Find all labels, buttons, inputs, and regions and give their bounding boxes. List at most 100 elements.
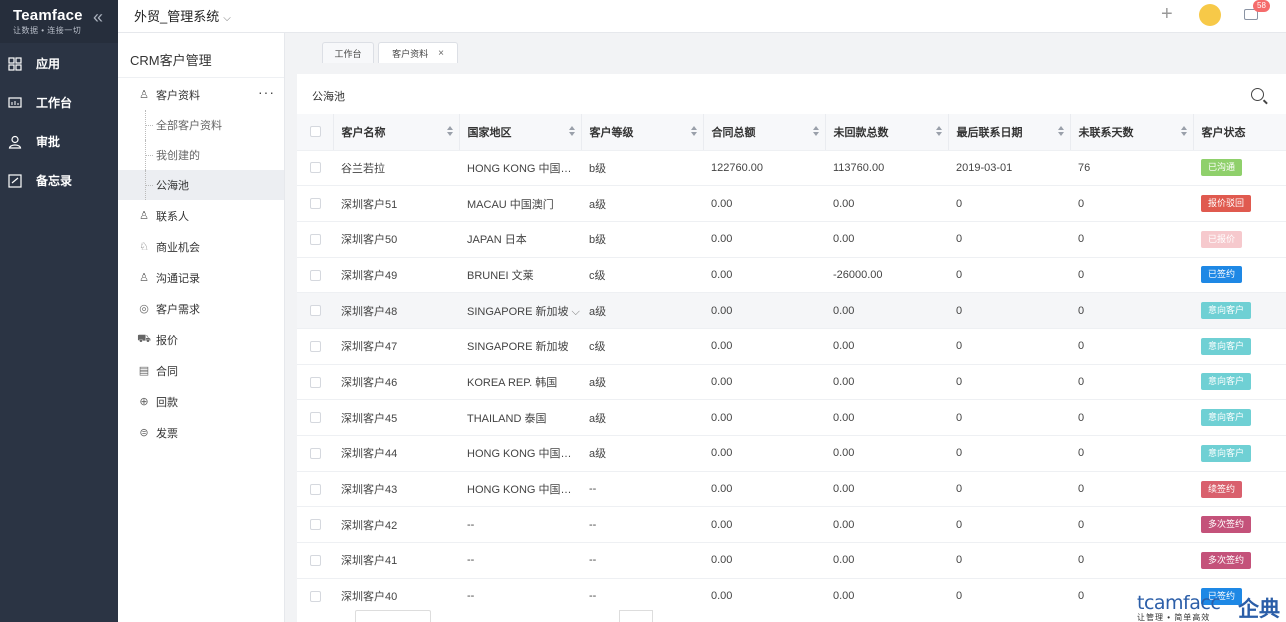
rail-item-workbench[interactable]: 工作台	[0, 83, 118, 122]
sort-icon[interactable]	[812, 126, 819, 138]
page-size-select[interactable]	[355, 610, 431, 622]
table-row[interactable]: 深圳客户47 SINGAPORE 新加坡 c级 0.00 0.00 0 0 意向客户	[297, 328, 1286, 365]
column-header-status[interactable]: 客户状态	[1193, 114, 1286, 151]
sidebar-item-contracts[interactable]: ▤ 合同	[118, 355, 284, 386]
column-header-days[interactable]: 未联系天数	[1070, 114, 1194, 151]
status-badge: 意向客户	[1201, 302, 1252, 320]
row-checkbox-cell[interactable]	[297, 399, 333, 436]
cell-text: 0.00	[711, 197, 733, 210]
cell-name[interactable]: 深圳客户49	[333, 257, 459, 294]
cell-total: 0.00	[703, 506, 825, 544]
search-icon[interactable]	[1251, 88, 1264, 101]
column-header-unpaid[interactable]: 未回款总数	[825, 114, 949, 151]
checkbox[interactable]	[310, 519, 321, 531]
cell-text: a级	[589, 376, 607, 389]
system-switcher[interactable]: 外贸_管理系统 ⌵	[134, 6, 231, 25]
sidebar-item-requirements[interactable]: ◎ 客户需求	[118, 293, 284, 324]
sort-icon[interactable]	[446, 126, 453, 138]
sort-icon[interactable]	[568, 126, 575, 138]
select-all-checkbox[interactable]	[297, 114, 334, 151]
row-checkbox-cell[interactable]	[297, 364, 333, 401]
table-row[interactable]: 深圳客户48 SINGAPORE 新加坡 ⌵ a级 0.00 0.00 0 0 意向客户	[297, 292, 1286, 329]
chevron-down-icon[interactable]: ⌵	[568, 306, 580, 318]
tab-customer[interactable]: 客户资料 ×	[378, 42, 458, 63]
sidebar-item-invoices[interactable]: ⊜ 发票	[118, 417, 284, 448]
table-row[interactable]: 深圳客户42 -- -- 0.00 0.00 0 0 多次签约	[297, 506, 1286, 544]
rail-item-memo[interactable]: 备忘录	[0, 161, 118, 200]
checkbox[interactable]	[310, 305, 321, 317]
sidebar-item-communications[interactable]: ♙ 沟通记录	[118, 262, 284, 293]
table-row[interactable]: 深圳客户45 THAILAND 泰国 a级 0.00 0.00 0 0 意向客户	[297, 399, 1286, 436]
table-row[interactable]: 深圳客户51 MACAU 中国澳门 a级 0.00 0.00 0 0 报价驳回	[297, 185, 1286, 222]
more-icon[interactable]: ···	[258, 85, 275, 99]
row-checkbox-cell[interactable]	[297, 506, 333, 544]
checkbox[interactable]	[310, 483, 321, 495]
row-checkbox-cell[interactable]	[297, 328, 333, 365]
checkbox[interactable]	[310, 447, 321, 459]
checkbox[interactable]	[310, 233, 321, 245]
row-checkbox-cell[interactable]	[297, 471, 333, 508]
table-row[interactable]: 深圳客户41 -- -- 0.00 0.00 0 0 多次签约	[297, 542, 1286, 579]
sort-icon[interactable]	[690, 126, 697, 138]
cell-name[interactable]: 深圳客户43	[333, 471, 459, 508]
checkbox[interactable]	[310, 340, 321, 352]
checkbox[interactable]	[310, 555, 321, 566]
row-checkbox-cell[interactable]	[297, 435, 333, 472]
checkbox[interactable]	[310, 198, 321, 210]
sidebar-item-created-by-me[interactable]: 我创建的	[118, 140, 284, 170]
sidebar-item-quotes[interactable]: ⛟ 报价	[118, 324, 284, 355]
column-header-region[interactable]: 国家地区	[459, 114, 582, 151]
checkbox[interactable]	[310, 412, 321, 424]
sort-icon[interactable]	[935, 126, 942, 138]
table-row[interactable]: 深圳客户50 JAPAN 日本 b级 0.00 0.00 0 0 已报价	[297, 221, 1286, 258]
table-row[interactable]: 深圳客户44 HONG KONG 中国香港 a级 0.00 0.00 0 0 意向客户	[297, 435, 1286, 472]
cell-name[interactable]: 深圳客户50	[333, 221, 459, 258]
cell-name[interactable]: 深圳客户44	[333, 435, 459, 472]
cell-name[interactable]: 谷兰若拉	[333, 150, 459, 187]
checkbox[interactable]	[310, 269, 321, 281]
close-icon[interactable]: ×	[438, 48, 444, 59]
row-checkbox-cell[interactable]	[297, 185, 333, 222]
sort-icon[interactable]	[1057, 126, 1064, 138]
table-row[interactable]: 深圳客户49 BRUNEI 文莱 c级 0.00 -26000.00 0 0 已签约	[297, 257, 1286, 294]
watermark-logo: tcamfacc 企典 让管理 • 简单高效	[1135, 590, 1286, 622]
sidebar-item-contacts[interactable]: ♙ 联系人	[118, 200, 284, 231]
sidebar-item-customer[interactable]: ♙ 客户资料 ···	[118, 79, 284, 110]
rail-item-approval[interactable]: 审批	[0, 122, 118, 161]
checkbox[interactable]	[310, 376, 321, 388]
column-header-level[interactable]: 客户等级	[581, 114, 704, 151]
column-header-last-date[interactable]: 最后联系日期	[948, 114, 1071, 151]
tag-icon[interactable]	[1199, 4, 1221, 26]
rail-item-apps[interactable]: 应用	[0, 44, 118, 83]
cell-name[interactable]: 深圳客户48	[333, 292, 459, 329]
sidebar-item-all-customers[interactable]: 全部客户资料	[118, 110, 284, 140]
cell-name[interactable]: 深圳客户42	[333, 506, 459, 544]
cell-name[interactable]: 深圳客户51	[333, 185, 459, 222]
cell-name[interactable]: 深圳客户47	[333, 328, 459, 365]
table-row[interactable]: 谷兰若拉 HONG KONG 中国香港 b级 122760.00 113760.00 20…	[297, 150, 1286, 187]
row-checkbox-cell[interactable]	[297, 221, 333, 258]
column-header-total[interactable]: 合同总额	[703, 114, 826, 151]
sort-icon[interactable]	[1180, 126, 1187, 138]
sidebar-item-opportunities[interactable]: ♘ 商业机会	[118, 231, 284, 262]
checkbox[interactable]	[310, 590, 321, 602]
cell-name[interactable]: 深圳客户41	[333, 542, 459, 579]
sidebar-item-payments[interactable]: ⊕ 回款	[118, 386, 284, 417]
collapse-icon[interactable]: «	[93, 8, 109, 26]
row-checkbox-cell[interactable]	[297, 292, 333, 329]
page-jump-input[interactable]	[619, 610, 653, 622]
table-row[interactable]: 深圳客户46 KOREA REP. 韩国 a级 0.00 0.00 0 0 意向客户	[297, 364, 1286, 401]
row-checkbox-cell[interactable]	[297, 150, 333, 187]
checkbox[interactable]	[310, 162, 321, 174]
cell-name[interactable]: 深圳客户46	[333, 364, 459, 401]
checkbox[interactable]	[310, 126, 321, 138]
cell-name[interactable]: 深圳客户45	[333, 399, 459, 436]
row-checkbox-cell[interactable]	[297, 542, 333, 579]
row-checkbox-cell[interactable]	[297, 257, 333, 294]
cell-last-date: 0	[948, 221, 1070, 258]
plus-icon[interactable]: +	[1161, 4, 1173, 24]
table-row[interactable]: 深圳客户43 HONG KONG 中国香港 -- 0.00 0.00 0 0 续签约	[297, 471, 1286, 508]
column-header-name[interactable]: 客户名称	[333, 114, 460, 151]
sidebar-item-public-pool[interactable]: 公海池	[118, 170, 284, 200]
tab-workbench[interactable]: 工作台	[322, 42, 374, 63]
